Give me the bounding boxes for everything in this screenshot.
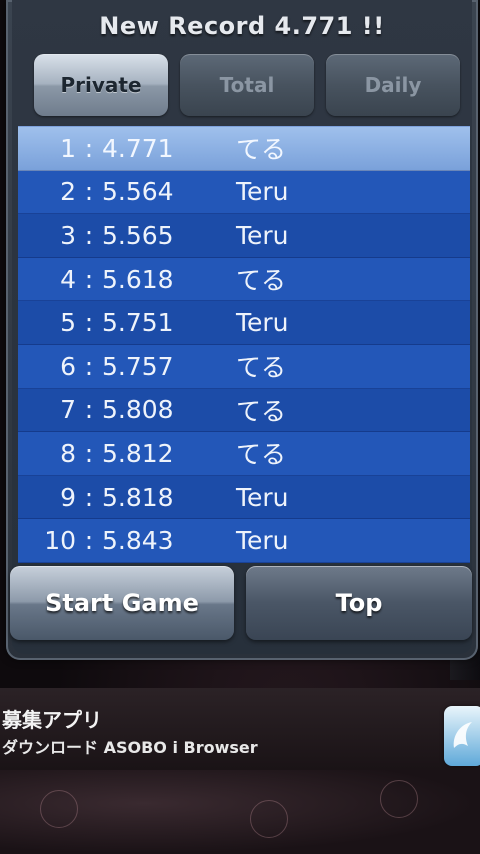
flower-decoration: [380, 780, 418, 818]
top-button[interactable]: Top: [246, 566, 472, 640]
leaderboard-row: 3 : 5.565 Teru: [18, 214, 470, 258]
rank-number: 4: [60, 264, 76, 294]
player-name: てる: [236, 135, 287, 165]
score-value: 5.564: [102, 177, 174, 207]
player-name: てる: [236, 353, 287, 383]
ad-title: 募集アプリ: [2, 708, 102, 732]
player-name: てる: [236, 396, 287, 426]
score-value: 5.751: [102, 308, 174, 338]
leaderboard-list: 1 : 4.771 てる 2 : 5.564 Teru 3 : 5.565 Te…: [18, 126, 470, 563]
score-value: 5.843: [102, 526, 174, 556]
ranking-tabs: Private Total Daily: [34, 54, 460, 116]
tab-daily[interactable]: Daily: [326, 54, 460, 116]
rank-separator: :: [84, 308, 94, 338]
rank-number: 10: [44, 526, 76, 556]
leaderboard-row: 10 : 5.843 Teru: [18, 519, 470, 563]
player-name: てる: [236, 266, 287, 296]
score-value: 5.808: [102, 395, 174, 425]
rank-number: 9: [60, 482, 76, 512]
score-value: 5.812: [102, 438, 174, 468]
player-name: Teru: [236, 308, 289, 338]
rank-number: 2: [60, 177, 76, 207]
rank-separator: :: [84, 220, 94, 250]
wallpaper: [0, 770, 480, 854]
rank-separator: :: [84, 177, 94, 207]
rank-number: 5: [60, 308, 76, 338]
score-value: 5.757: [102, 351, 174, 381]
ranking-panel: New Record 4.771 !! Private Total Daily …: [6, 0, 478, 660]
leaderboard-row: 8 : 5.812 てる: [18, 432, 470, 476]
ad-subtitle: ダウンロード ASOBO i Browser: [2, 738, 258, 757]
new-record-title: New Record 4.771 !!: [99, 12, 385, 40]
leaderboard-row: 5 : 5.751 Teru: [18, 301, 470, 345]
rank-separator: :: [84, 264, 94, 294]
rank-separator: :: [84, 133, 94, 163]
score-value: 5.565: [102, 220, 174, 250]
player-name: Teru: [236, 177, 289, 207]
rank-number: 1: [60, 133, 76, 163]
leaderboard-row: 4 : 5.618 てる: [18, 257, 470, 302]
app-icon[interactable]: [444, 706, 480, 766]
player-name: てる: [236, 440, 287, 470]
flower-decoration: [250, 800, 288, 838]
leaderboard-row: 6 : 5.757 てる: [18, 344, 470, 389]
leaderboard-row: 1 : 4.771 てる: [18, 127, 470, 171]
rank-separator: :: [84, 351, 94, 381]
rank-separator: :: [84, 482, 94, 512]
rank-separator: :: [84, 395, 94, 425]
flower-decoration: [40, 790, 78, 828]
rank-number: 3: [60, 220, 76, 250]
tab-private[interactable]: Private: [34, 54, 168, 116]
rank-separator: :: [84, 526, 94, 556]
leaderboard-row: 7 : 5.808 てる: [18, 388, 470, 433]
score-value: 4.771: [102, 133, 174, 163]
player-name: Teru: [236, 482, 289, 512]
leaderboard-row: 9 : 5.818 Teru: [18, 475, 470, 520]
score-value: 5.818: [102, 482, 174, 512]
rank-separator: :: [84, 438, 94, 468]
player-name: Teru: [236, 220, 289, 250]
tab-total[interactable]: Total: [180, 54, 314, 116]
player-name: Teru: [236, 526, 289, 556]
rank-number: 6: [60, 351, 76, 381]
start-game-button[interactable]: Start Game: [10, 566, 234, 640]
leaderboard-row: 2 : 5.564 Teru: [18, 170, 470, 215]
dolphin-icon: [453, 722, 472, 748]
rank-number: 8: [60, 438, 76, 468]
score-value: 5.618: [102, 264, 174, 294]
rank-number: 7: [60, 395, 76, 425]
